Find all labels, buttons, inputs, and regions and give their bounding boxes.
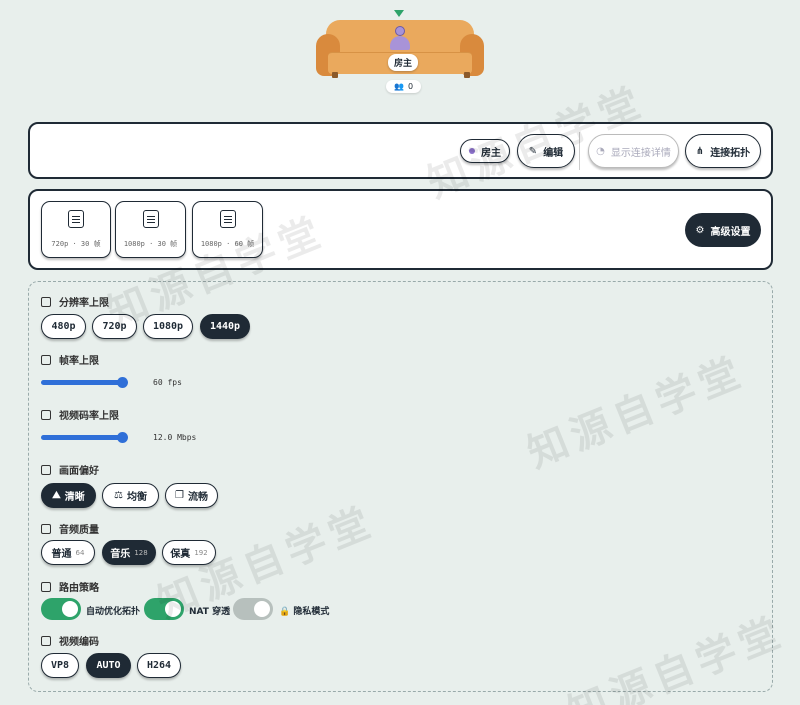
sofa-leg — [464, 72, 470, 78]
edit-button[interactable]: ✎ 编辑 — [517, 134, 575, 168]
slider-knob[interactable] — [117, 377, 128, 388]
audio-music[interactable]: 音乐 128 — [102, 540, 156, 565]
framerate-icon — [41, 354, 51, 365]
viewer-count: 👥 0 — [386, 80, 422, 93]
viewer-count-value: 0 — [407, 82, 414, 91]
advanced-settings-button[interactable]: ⚙ 高级设置 — [685, 213, 761, 247]
connection-toolbar: 房主 ✎ 编辑 ◔ 显示连接详情 ⋔ 连接拓扑 — [28, 122, 773, 179]
audio-title: 音频质量 — [41, 521, 99, 536]
scale-icon: ⚖ — [114, 490, 123, 501]
pencil-icon: ✎ — [528, 145, 538, 157]
privacy-mode-label: 🔒 隐私模式 — [279, 607, 330, 617]
layers-icon: ❐ — [175, 490, 184, 501]
gauge-icon — [41, 409, 51, 420]
lock-icon: 🔒 — [279, 607, 291, 617]
resolution-1440p[interactable]: 1440p — [200, 314, 250, 339]
host-avatar[interactable] — [390, 26, 410, 50]
framerate-value: 60 fps — [153, 378, 182, 387]
quality-balanced[interactable]: ⚖ 均衡 — [102, 483, 159, 508]
topology-button[interactable]: ⋔ 连接拓扑 — [685, 134, 761, 168]
preset-720p-30[interactable]: 720p · 30 帧 — [41, 201, 111, 258]
advanced-settings-label: 高级设置 — [710, 226, 751, 238]
codec-auto[interactable]: AUTO — [86, 653, 131, 678]
toggle-knob — [254, 601, 270, 617]
auto-topology-toggle[interactable] — [41, 598, 81, 620]
resolution-720p[interactable]: 720p — [92, 314, 137, 339]
users-icon: 👥 — [394, 82, 404, 91]
gauge-icon: ◔ — [596, 145, 605, 157]
preset-1080p-60[interactable]: 1080p · 60 帧 — [192, 201, 263, 258]
mountain-icon — [41, 464, 51, 475]
audio-normal[interactable]: 普通 64 — [41, 540, 95, 565]
privacy-mode-toggle[interactable] — [233, 598, 273, 620]
preset-label: 1080p · 30 帧 — [123, 240, 178, 248]
framerate-slider[interactable] — [41, 377, 128, 388]
host-badge[interactable]: 房主 — [460, 139, 510, 163]
host-tag: 房主 — [388, 54, 419, 71]
preset-icon — [219, 210, 236, 228]
bitrate-value: 12.0 Mbps — [153, 433, 197, 442]
toggle-knob — [62, 601, 78, 617]
room-sofa: 房主 👥 0 — [314, 8, 486, 98]
bitrate-slider[interactable] — [41, 432, 128, 443]
sofa-leg — [332, 72, 338, 78]
preset-label: 720p · 30 帧 — [51, 240, 101, 248]
codec-h264[interactable]: H264 — [137, 653, 181, 678]
advanced-settings-panel: 分辨率上限 480p 720p 1080p 1440p 帧率上限 60 fps … — [28, 281, 773, 692]
route-icon — [41, 581, 51, 592]
framerate-title: 帧率上限 — [41, 352, 99, 367]
mountain-icon: ⛰ — [52, 490, 61, 501]
slider-knob[interactable] — [117, 432, 128, 443]
divider — [579, 132, 580, 170]
preset-1080p-30[interactable]: 1080p · 30 帧 — [115, 201, 186, 258]
resolution-title: 分辨率上限 — [41, 294, 109, 309]
show-details-button[interactable]: ◔ 显示连接详情 — [588, 134, 679, 168]
codec-title: 视频编码 — [41, 633, 99, 648]
host-badge-label: 房主 — [481, 147, 501, 159]
preset-icon — [142, 210, 159, 228]
routing-title: 路由策略 — [41, 579, 99, 594]
status-dot-icon — [469, 148, 475, 154]
toggle-knob — [165, 601, 181, 617]
codec-icon — [41, 635, 51, 646]
quality-title: 画面偏好 — [41, 462, 99, 477]
preset-icon — [68, 210, 84, 228]
topology-label: 连接拓扑 — [710, 147, 751, 159]
auto-topology-label: 自动优化拓扑 — [86, 607, 141, 617]
bitrate-title: 视频码率上限 — [41, 407, 119, 422]
speaker-icon — [41, 523, 51, 534]
nat-traversal-toggle[interactable] — [144, 598, 184, 620]
topology-icon: ⋔ — [695, 145, 705, 157]
host-marker-icon — [394, 10, 404, 17]
sliders-icon: ⚙ — [695, 224, 705, 236]
show-details-label: 显示连接详情 — [610, 147, 671, 159]
quality-smooth[interactable]: ❐ 流畅 — [165, 483, 218, 508]
nat-traversal-label: NAT 穿透 — [189, 607, 231, 617]
quality-clear[interactable]: ⛰ 清晰 — [41, 483, 96, 508]
resolution-1080p[interactable]: 1080p — [143, 314, 193, 339]
preset-label: 1080p · 60 帧 — [200, 240, 255, 248]
preset-panel: 720p · 30 帧 1080p · 30 帧 1080p · 60 帧 ⚙ … — [28, 189, 773, 270]
resolution-480p[interactable]: 480p — [41, 314, 86, 339]
codec-vp8[interactable]: VP8 — [41, 653, 79, 678]
edit-label: 编辑 — [543, 147, 564, 159]
audio-hifi[interactable]: 保真 192 — [162, 540, 216, 565]
expand-icon — [41, 296, 51, 307]
